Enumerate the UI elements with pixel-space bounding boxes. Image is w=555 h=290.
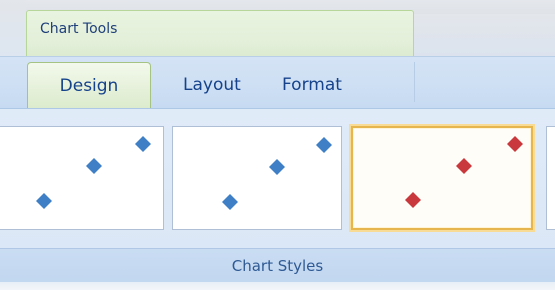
chart-style-thumbnail-2[interactable] [172, 126, 342, 230]
chart-style-3-marker-3 [507, 136, 523, 152]
tab-design[interactable]: Design [27, 62, 151, 108]
ribbon-bottom-edge [0, 282, 555, 290]
chart-style-1-marker-2 [86, 158, 102, 174]
tab-format[interactable]: Format [282, 75, 342, 95]
chart-style-thumbnail-4-edge[interactable] [546, 126, 555, 230]
chart-styles-group-label: Chart Styles [231, 257, 324, 275]
chart-style-thumbnail-1[interactable] [0, 126, 164, 230]
chart-style-1-preview [36, 136, 151, 209]
tab-layout[interactable]: Layout [183, 75, 241, 95]
chart-style-2-marker-2 [269, 159, 285, 175]
tab-design-label: Design [59, 76, 119, 96]
chart-style-thumbnail-3[interactable] [351, 126, 533, 230]
ribbon-top-left-edge [0, 0, 26, 56]
chart-style-1-marker-3 [135, 136, 151, 152]
tab-group-separator [414, 62, 415, 102]
chart-style-1-marker-1 [36, 193, 52, 209]
chart-style-3-marker-2 [456, 158, 472, 174]
chart-style-2-marker-3 [316, 137, 332, 153]
ribbon-top-right-strip [414, 14, 555, 58]
chart-style-3-marker-1 [405, 192, 421, 208]
chart-style-3-preview [405, 136, 523, 208]
chart-tools-label: Chart Tools [40, 21, 118, 37]
chart-style-2-marker-1 [222, 194, 238, 210]
chart-style-2-preview [222, 137, 332, 210]
